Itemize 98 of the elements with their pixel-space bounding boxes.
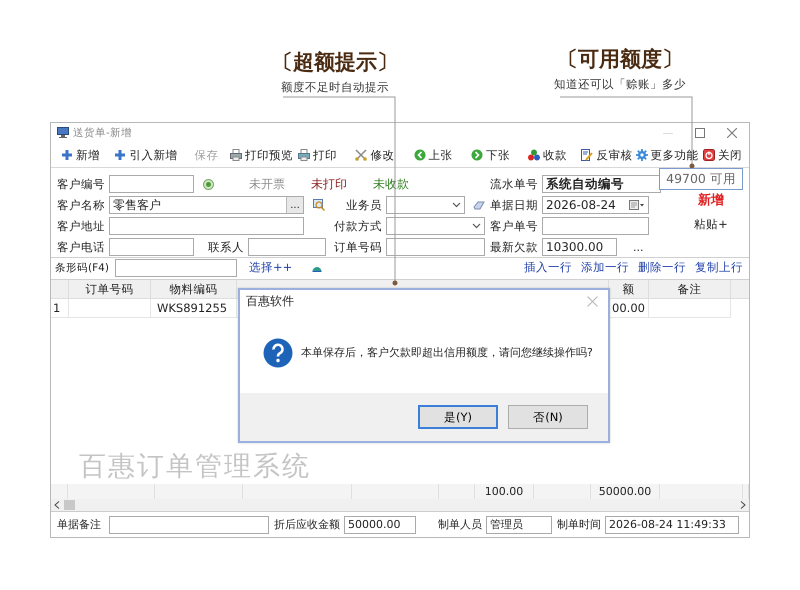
scissors-icon <box>355 149 368 161</box>
field-label: 联系人 <box>207 240 244 255</box>
dialog-button[interactable]: 是(Y) <box>418 405 498 429</box>
question-icon <box>263 338 293 368</box>
printer-icon <box>230 149 242 161</box>
toolbar-button[interactable]: 引入新增 <box>114 145 194 165</box>
input-field[interactable] <box>248 238 326 256</box>
scroll-right-icon[interactable] <box>740 501 746 510</box>
window-title: 送货单-新增 <box>73 126 132 140</box>
dialog-message: 本单保存后，客户欠款即超出信用额度，请问您继续操作吗? <box>301 345 593 360</box>
field-label: 付款方式 <box>333 218 382 234</box>
field-label: 流水单号 <box>489 176 538 192</box>
toolbar-button[interactable]: 新增 <box>61 145 114 165</box>
field-label: 客户单号 <box>489 218 538 234</box>
status-label: 未开票 <box>249 176 285 193</box>
monitor-icon <box>57 127 69 138</box>
callout-title: 〔可用额度〕 <box>557 46 683 72</box>
plus-icon <box>114 149 126 161</box>
column-header[interactable]: 物料编码 <box>151 280 237 300</box>
column-header[interactable]: 订单号码 <box>69 280 151 300</box>
table-cell: WKS891255 <box>151 299 237 318</box>
paste-button[interactable]: 粘贴+ <box>694 217 728 232</box>
input-field[interactable] <box>115 258 237 277</box>
close-icon[interactable] <box>727 128 737 138</box>
scroll-thumb[interactable] <box>64 500 75 510</box>
row-number: 1 <box>51 299 69 318</box>
chevron-down-icon[interactable] <box>472 223 481 230</box>
row-action-link[interactable]: 复制上行 <box>695 260 743 276</box>
input-field[interactable] <box>109 217 304 236</box>
scroll-left-icon[interactable] <box>54 501 60 510</box>
toolbar-button[interactable]: 上张 <box>414 145 470 165</box>
row-action-link[interactable]: 删除一行 <box>638 260 686 276</box>
input-field[interactable]: 管理员 <box>486 516 552 534</box>
plus-icon <box>61 149 73 161</box>
toolbar-button[interactable]: 下张 <box>470 145 528 165</box>
input-field[interactable] <box>109 516 269 534</box>
input-field[interactable] <box>542 217 649 236</box>
field-label: 折后应收金额 <box>274 517 340 532</box>
status-label: 未收款 <box>373 176 409 193</box>
toolbar-button[interactable]: 打印预览 <box>230 145 298 165</box>
input-field[interactable]: 10300.00 <box>542 238 617 256</box>
horizontal-scrollbar[interactable] <box>51 499 749 512</box>
toolbar-button[interactable]: 修改 <box>355 145 414 165</box>
input-field[interactable]: 系统自动编号 <box>542 175 661 194</box>
input-field[interactable] <box>109 175 194 194</box>
field-label: 客户编号 <box>56 176 105 192</box>
header-cell <box>51 280 69 300</box>
status-label: 未打印 <box>311 176 347 193</box>
field-label: 最新欠款 <box>489 240 538 255</box>
dropdown-field[interactable] <box>386 217 485 236</box>
close-icon[interactable] <box>587 296 598 306</box>
mode-label: 新增 <box>698 192 724 210</box>
chevron-down-icon[interactable] <box>452 202 461 208</box>
input-field[interactable]: 2026-08-24 11:49:33 <box>605 516 739 534</box>
input-field[interactable]: 零售客户 ... <box>109 196 304 214</box>
search-icon[interactable] <box>313 199 325 212</box>
ellipsis-button[interactable]: ... <box>633 240 644 254</box>
available-credit-tooltip: 49700 可用 <box>659 168 743 190</box>
field-label: 单据备注 <box>57 517 101 532</box>
ellipsis-button[interactable]: ... <box>286 197 303 214</box>
power-icon <box>702 149 715 161</box>
field-label: 客户电话 <box>56 240 105 255</box>
select-link[interactable]: 选择++ <box>249 260 292 276</box>
field-label: 客户地址 <box>56 218 105 234</box>
toolbar-button[interactable]: 反审核 <box>581 145 636 165</box>
watermark-text: 百惠订单管理系统 <box>79 450 312 484</box>
toolbar-button[interactable]: 收款 <box>528 145 581 165</box>
field-label: 客户名称 <box>56 198 105 213</box>
field-label: 单据日期 <box>489 198 538 213</box>
dialog-title: 百惠软件 <box>246 292 294 310</box>
maximize-icon[interactable] <box>695 128 705 138</box>
input-field[interactable] <box>386 238 485 256</box>
balls-icon <box>528 149 540 161</box>
dropdown-field[interactable] <box>386 196 465 214</box>
printer-icon <box>298 149 310 161</box>
row-action-link[interactable]: 添加一行 <box>581 260 629 276</box>
row-action-link[interactable]: 插入一行 <box>524 260 572 276</box>
eraser-icon[interactable] <box>473 200 485 210</box>
callout-caption: 额度不足时自动提示 <box>281 80 389 95</box>
toolbar-button[interactable]: 关闭 <box>702 145 749 165</box>
field-label: 制单时间 <box>557 517 601 532</box>
calendar-dropdown-icon[interactable] <box>629 200 645 210</box>
field-label: 订单号码 <box>333 240 382 255</box>
column-header[interactable]: 备注 <box>649 280 731 300</box>
document-pencil-icon <box>581 149 594 161</box>
callout-caption: 知道还可以「赊账」多少 <box>554 77 686 92</box>
input-field[interactable] <box>109 238 194 256</box>
toolbar-button[interactable]: 更多功能 <box>636 145 702 165</box>
date-field[interactable]: 2026-08-24 <box>542 196 649 214</box>
gear-icon <box>636 149 648 161</box>
toolbar-button[interactable]: 打印 <box>298 145 355 165</box>
dialog-button[interactable]: 否(N) <box>508 405 588 429</box>
field-label: 条形码(F4) <box>55 260 110 275</box>
input-field[interactable]: 50000.00 <box>344 516 416 534</box>
field-label: 制单人员 <box>438 517 482 532</box>
field-label: 业务员 <box>345 198 382 213</box>
target-icon[interactable] <box>203 178 214 190</box>
callout-title: 〔超额提示〕 <box>272 49 398 75</box>
